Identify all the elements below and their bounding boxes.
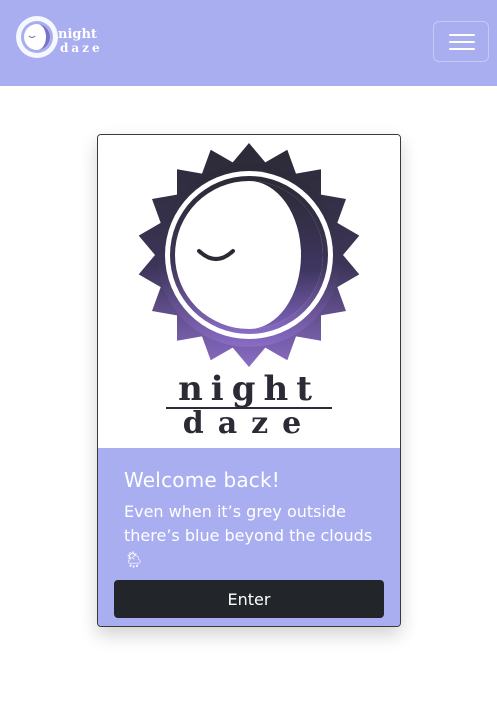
welcome-text: Even when it’s grey outside there’s blue…: [124, 502, 373, 569]
brand-logo[interactable]: night daze: [15, 14, 110, 62]
brand-word-night: night: [58, 27, 97, 42]
welcome-title: Welcome back!: [124, 468, 280, 492]
logo-word-daze: daze: [183, 406, 316, 441]
navbar-toggle-button[interactable]: [433, 21, 489, 62]
night-daze-logo: night daze: [98, 135, 400, 448]
welcome-card: night daze Welcome back! Even when it’s …: [97, 134, 401, 627]
brand-word-daze: daze: [60, 41, 103, 55]
enter-button[interactable]: Enter: [114, 580, 384, 618]
card-body: Welcome back! Even when it’s grey outsid…: [98, 448, 400, 626]
navbar: night daze: [0, 0, 497, 86]
logo-word-night: night: [178, 369, 320, 409]
